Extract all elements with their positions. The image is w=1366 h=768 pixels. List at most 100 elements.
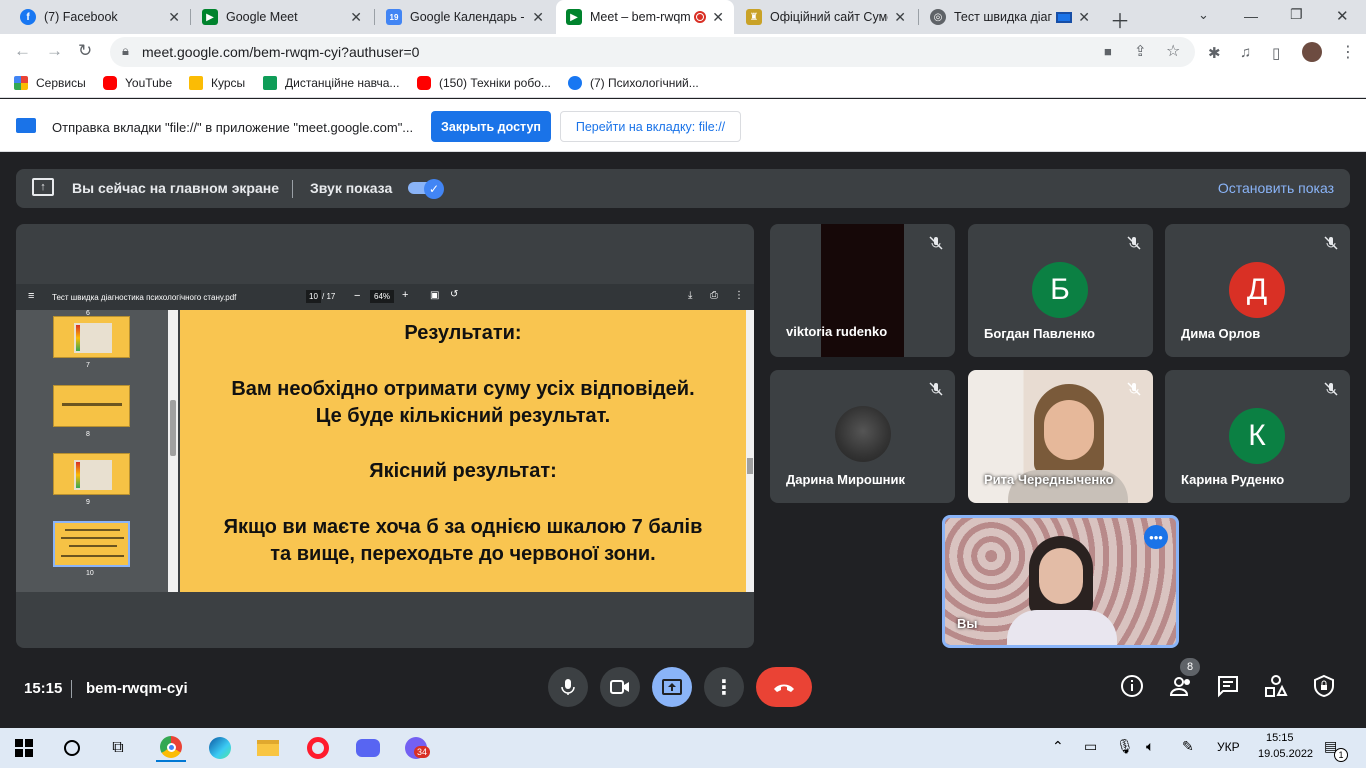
media-control-icon[interactable]: ♫ <box>1240 44 1251 61</box>
search-icon[interactable] <box>58 734 86 762</box>
participant-tile[interactable]: Рита Чередныченко <box>968 370 1153 503</box>
bookmark-techniques[interactable]: (150) Техніки робо... <box>417 76 551 90</box>
tab-meet-active[interactable]: ▶ Meet – bem-rwqm ✕ <box>556 0 734 34</box>
pdf-zoom-in-icon[interactable]: + <box>402 289 408 301</box>
pdf-print-icon[interactable]: ⎙ <box>710 290 718 301</box>
browser-toolbar: ← → ↻ 🔒︎ meet.google.com/bem-rwqm-cyi?au… <box>0 34 1366 70</box>
share-icon[interactable]: ⇪ <box>1134 42 1147 60</box>
pdf-page-input[interactable]: 10 <box>306 290 321 303</box>
file-explorer-icon[interactable] <box>254 734 282 762</box>
tray-overflow-icon[interactable]: ⌃ <box>1052 738 1064 755</box>
stop-presenting-button[interactable]: Остановить показ <box>1218 180 1334 196</box>
bookmark-services[interactable]: Сервисы <box>14 76 86 90</box>
close-access-button[interactable]: Закрыть доступ <box>431 111 551 142</box>
host-controls-icon[interactable] <box>1312 674 1336 703</box>
apps-grid-icon <box>14 76 28 90</box>
pdf-thumbnail[interactable] <box>53 316 130 358</box>
sharing-message: Отправка вкладки "file://" в приложение … <box>52 120 414 135</box>
camera-icon[interactable]: ■ <box>1104 44 1112 59</box>
pdf-zoom-out-icon[interactable]: − <box>354 290 360 302</box>
task-view-icon[interactable]: ⧉ <box>104 734 132 762</box>
clock-time[interactable]: 15:15 <box>1266 732 1294 744</box>
edge-icon[interactable] <box>206 734 234 762</box>
chat-icon[interactable] <box>1216 674 1240 703</box>
participant-tile[interactable]: Б Богдан Павленко <box>968 224 1153 357</box>
participant-tile[interactable]: Дарина Мирошник <box>770 370 955 503</box>
window-close-button[interactable]: ✕ <box>1336 7 1349 25</box>
bookmark-star-icon[interactable]: ☆ <box>1166 41 1180 61</box>
participant-tile[interactable]: viktoria rudenko <box>770 224 955 357</box>
tab-google-meet[interactable]: ▶ Google Meet ✕ <box>192 0 372 34</box>
close-icon[interactable]: ✕ <box>350 9 362 26</box>
bookmark-courses[interactable]: Курсы <box>189 76 245 90</box>
present-button[interactable] <box>652 667 692 707</box>
participant-tile[interactable]: К Карина Руденко <box>1165 370 1350 503</box>
pdf-thumbnail-current[interactable] <box>53 521 130 567</box>
menu-kebab-icon[interactable]: ⋮ <box>1340 42 1356 62</box>
forward-icon[interactable]: → <box>46 41 63 61</box>
pdf-download-icon[interactable]: ⤓ <box>688 290 692 301</box>
side-panel-icon[interactable]: ▯ <box>1272 44 1280 62</box>
windows-start-icon[interactable] <box>10 734 38 762</box>
profile-avatar[interactable] <box>1302 42 1322 62</box>
language-indicator[interactable]: УКР <box>1217 740 1240 754</box>
microphone-icon[interactable]: 🎙︎ <box>1116 738 1134 755</box>
discord-icon[interactable] <box>354 734 382 762</box>
back-icon[interactable]: ← <box>14 41 31 61</box>
avatar: К <box>1229 408 1285 464</box>
opera-icon[interactable] <box>304 734 332 762</box>
participant-tile[interactable]: Д Дима Орлов <box>1165 224 1350 357</box>
bookmark-distance[interactable]: Дистанційне навча... <box>263 76 399 90</box>
reload-icon[interactable]: ↻ <box>78 41 92 61</box>
pdf-rotate-icon[interactable]: ↺ <box>450 289 458 300</box>
pdf-zoom-input[interactable]: 64% <box>370 290 395 303</box>
bookmark-psych[interactable]: (7) Психологічний... <box>568 76 699 90</box>
self-tile[interactable]: ••• Вы <box>942 515 1179 648</box>
extensions-icon[interactable]: ✱ <box>1208 44 1221 62</box>
more-options-icon[interactable]: ••• <box>1144 525 1168 549</box>
close-icon[interactable]: ✕ <box>532 9 544 26</box>
minimize-button[interactable]: — <box>1244 8 1258 24</box>
pdf-page-scrollbar[interactable] <box>746 310 754 592</box>
mic-button[interactable] <box>548 667 588 707</box>
info-icon[interactable] <box>1120 674 1144 703</box>
mic-off-icon <box>1324 382 1338 401</box>
volume-icon[interactable]: 🔈︎ <box>1146 738 1154 755</box>
participant-name: Богдан Павленко <box>984 326 1095 341</box>
tab-facebook[interactable]: f (7) Facebook ✕ <box>10 0 190 34</box>
pdf-fit-icon[interactable]: ▣ <box>430 290 439 301</box>
tab-search-icon[interactable]: ⌄ <box>1198 7 1209 23</box>
presenting-status: Вы сейчас на главном экране <box>72 180 280 196</box>
new-tab-button[interactable]: ＋ <box>1110 5 1130 34</box>
pdf-page-content: Результати: Вам необхідно отримати суму … <box>180 310 746 592</box>
close-icon[interactable]: ✕ <box>894 9 906 26</box>
bookmark-youtube[interactable]: YouTube <box>103 76 172 90</box>
close-icon[interactable]: ✕ <box>1078 9 1090 26</box>
restore-button[interactable]: ❐ <box>1290 6 1303 23</box>
battery-icon[interactable]: ▭ <box>1084 738 1097 755</box>
pdf-thumbnail-scrollbar[interactable] <box>168 310 178 592</box>
address-bar[interactable]: 🔒︎ meet.google.com/bem-rwqm-cyi?authuser… <box>110 37 1195 67</box>
chrome-icon[interactable] <box>156 734 186 762</box>
goto-tab-button[interactable]: Перейти на вкладку: file:// <box>560 111 741 142</box>
tab-sumy-site[interactable]: ♜ Офіційний сайт Сумс ✕ <box>736 0 916 34</box>
pdf-more-icon[interactable]: ⋮ <box>734 290 744 301</box>
leave-call-button[interactable] <box>756 667 812 707</box>
tab-calendar[interactable]: 19 Google Календарь - с ✕ <box>376 0 554 34</box>
pdf-thumbnail[interactable] <box>53 453 130 495</box>
camera-button[interactable] <box>600 667 640 707</box>
more-options-button[interactable]: ⋮ <box>704 667 744 707</box>
tab-strip: f (7) Facebook ✕ ▶ Google Meet ✕ 19 Goog… <box>0 0 1366 34</box>
avatar: Д <box>1229 262 1285 318</box>
presentation-audio-toggle[interactable]: ✓ <box>408 179 444 199</box>
people-icon[interactable] <box>1168 674 1194 703</box>
tab-test[interactable]: ◎ Тест швидка діагн ✕ <box>920 0 1100 34</box>
clock-date[interactable]: 19.05.2022 <box>1258 748 1313 760</box>
recording-icon <box>694 11 707 23</box>
pen-icon[interactable]: ✎ <box>1182 738 1194 755</box>
close-icon[interactable]: ✕ <box>712 9 724 26</box>
activities-icon[interactable] <box>1264 674 1288 703</box>
close-icon[interactable]: ✕ <box>168 9 180 26</box>
pdf-menu-icon[interactable]: ≡ <box>28 290 34 302</box>
pdf-thumbnail[interactable] <box>53 385 130 427</box>
